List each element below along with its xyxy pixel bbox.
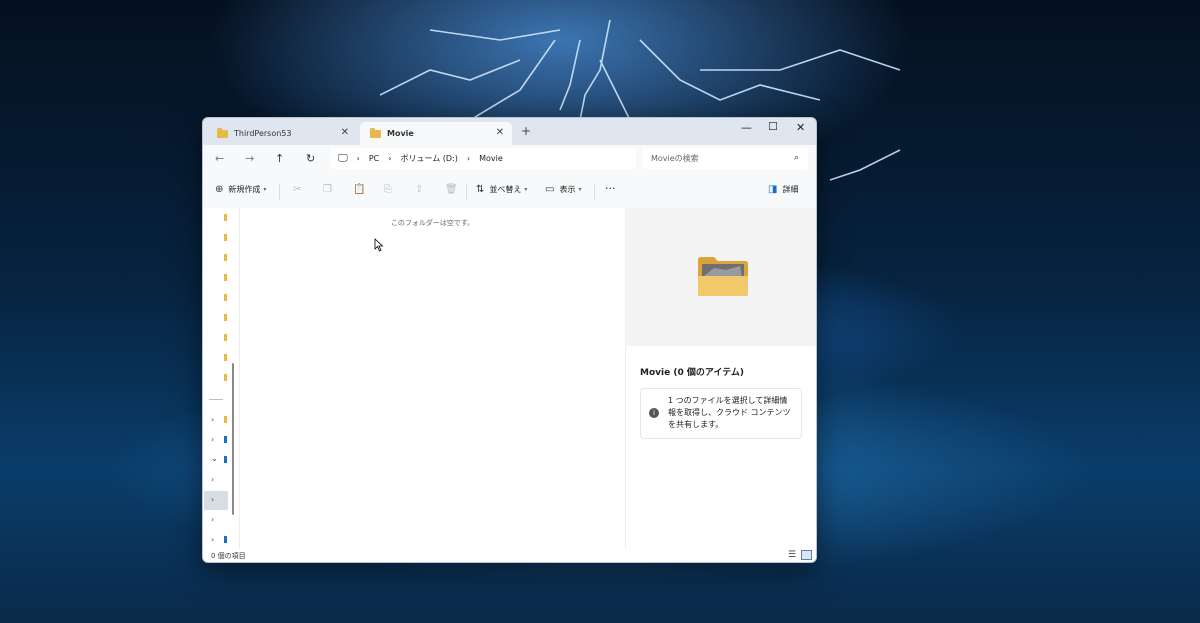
divider	[209, 399, 223, 400]
minimize-icon[interactable]: —	[741, 121, 752, 134]
divider	[594, 184, 595, 200]
window-close-icon[interactable]: ✕	[796, 121, 805, 134]
preview-area	[626, 208, 816, 346]
chevron-down-icon: ▾	[524, 186, 528, 193]
info-text: 1 つのファイルを選択して詳細情報を取得し、クラウド コンテンツを共有します。	[668, 396, 791, 429]
folder-icon[interactable]	[224, 354, 227, 361]
breadcrumb-separator-icon: ›	[466, 154, 471, 163]
up-icon[interactable]: ↑	[275, 152, 284, 165]
pc-icon[interactable]	[224, 456, 227, 463]
search-input[interactable]: Movieの検索 ⌕	[642, 148, 808, 169]
chevron-down-icon: ▾	[578, 186, 582, 193]
share-icon[interactable]: ⇪	[415, 184, 423, 195]
address-bar: ← → ↑ ↻ 🖵 › PC › ボリューム (D:) › Movie Movi…	[203, 145, 816, 175]
item-count: 0 個の項目	[211, 552, 246, 560]
large-icons-view-icon[interactable]	[801, 550, 812, 560]
copy-icon[interactable]: ❐	[323, 184, 332, 195]
add-circle-icon: ⊕	[215, 184, 224, 195]
refresh-icon[interactable]: ↻	[306, 152, 315, 165]
close-tab-icon[interactable]: ✕	[496, 127, 504, 138]
sort-button[interactable]: ⇅ 並べ替え ▾	[476, 184, 527, 195]
folder-icon	[698, 257, 748, 296]
navigation-pane: › › ⌄ › › › ›	[203, 208, 239, 549]
breadcrumb[interactable]: 🖵 › PC › ボリューム (D:) › Movie	[330, 148, 636, 169]
file-list-area[interactable]: このフォルダーは空です。	[240, 208, 625, 549]
folder-icon[interactable]	[224, 254, 227, 261]
view-label: 表示	[559, 185, 576, 194]
pc-icon: 🖵	[338, 153, 348, 164]
folder-icon	[217, 127, 228, 138]
expand-chevron-icon[interactable]: ›	[211, 535, 214, 544]
info-box: i 1 つのファイルを選択して詳細情報を取得し、クラウド コンテンツを共有します…	[640, 388, 802, 439]
new-tab-icon[interactable]: +	[521, 124, 531, 138]
maximize-icon[interactable]: ☐	[768, 120, 778, 133]
close-tab-icon[interactable]: ✕	[341, 127, 349, 138]
search-placeholder: Movieの検索	[651, 154, 699, 163]
status-bar: 0 個の項目 ☰	[203, 549, 816, 562]
expand-chevron-icon[interactable]: ›	[211, 415, 214, 424]
view-button[interactable]: ▭ 表示 ▾	[545, 184, 581, 195]
info-icon: i	[649, 408, 659, 418]
more-options-icon[interactable]: ···	[605, 182, 616, 195]
new-button[interactable]: ⊕ 新規作成 ▾	[215, 184, 266, 195]
chevron-down-icon: ▾	[263, 186, 267, 193]
file-explorer-window: ThirdPerson53 ✕ Movie ✕ + — ☐ ✕ ← → ↑ ↻ …	[202, 117, 817, 563]
folder-icon[interactable]	[224, 234, 227, 241]
tab-bar: ThirdPerson53 ✕ Movie ✕ + — ☐ ✕	[203, 118, 816, 145]
command-bar: ⊕ 新規作成 ▾ ✂ ❐ 📋 ⎘ ⇪ 🗑 ⇅ 並べ替え ▾ ▭ 表示 ▾ ···…	[203, 175, 816, 209]
empty-folder-message: このフォルダーは空です。	[390, 219, 475, 227]
back-icon[interactable]: ←	[215, 152, 224, 165]
breadcrumb-movie[interactable]: Movie	[479, 154, 503, 163]
details-title: Movie (0 個のアイテム)	[640, 368, 745, 378]
sort-icon: ⇅	[476, 184, 485, 195]
collapse-chevron-icon[interactable]: ⌄	[211, 454, 218, 463]
divider	[279, 184, 280, 200]
expand-chevron-icon[interactable]: ›	[211, 475, 214, 484]
search-icon: ⌕	[793, 153, 799, 163]
expand-chevron-icon[interactable]: ›	[211, 435, 214, 444]
tab-movie[interactable]: Movie ✕	[360, 122, 512, 145]
network-icon[interactable]	[224, 536, 227, 543]
forward-icon[interactable]: →	[245, 152, 254, 165]
new-label: 新規作成	[228, 185, 261, 194]
folder-icon[interactable]	[224, 294, 227, 301]
tab-label: ThirdPerson53	[234, 129, 292, 138]
folder-icon[interactable]	[224, 214, 227, 221]
details-view-icon[interactable]: ☰	[788, 550, 796, 560]
cut-icon[interactable]: ✂	[293, 184, 301, 195]
expand-chevron-icon[interactable]: ›	[211, 495, 214, 504]
divider	[466, 184, 467, 200]
mouse-cursor-icon	[374, 238, 384, 252]
view-icon: ▭	[545, 184, 555, 195]
sort-label: 並べ替え	[489, 185, 522, 194]
paste-icon[interactable]: 📋	[353, 184, 365, 195]
breadcrumb-separator-icon: ›	[356, 154, 360, 163]
rename-icon[interactable]: ⎘	[384, 184, 392, 195]
cloud-icon[interactable]	[224, 436, 227, 443]
tab-label: Movie	[387, 129, 414, 138]
tab-thirdperson53[interactable]: ThirdPerson53 ✕	[207, 122, 357, 145]
details-pane-icon: ◨	[768, 184, 778, 195]
folder-icon[interactable]	[224, 416, 227, 423]
breadcrumb-separator-icon: ›	[388, 154, 392, 163]
selected-nav-item[interactable]	[204, 491, 228, 510]
breadcrumb-pc[interactable]: PC	[369, 154, 379, 163]
folder-icon[interactable]	[224, 274, 227, 281]
delete-icon[interactable]: 🗑	[445, 184, 458, 195]
expand-chevron-icon[interactable]: ›	[211, 515, 214, 524]
details-label: 詳細	[782, 185, 799, 194]
scrollbar[interactable]	[232, 363, 234, 515]
folder-icon[interactable]	[224, 334, 227, 341]
details-pane-button[interactable]: ◨ 詳細	[768, 184, 798, 195]
folder-icon[interactable]	[224, 314, 227, 321]
breadcrumb-volume[interactable]: ボリューム (D:)	[400, 153, 457, 164]
folder-icon[interactable]	[224, 374, 227, 381]
folder-icon	[370, 127, 381, 138]
details-pane: Movie (0 個のアイテム) i 1 つのファイルを選択して詳細情報を取得し…	[625, 208, 816, 549]
